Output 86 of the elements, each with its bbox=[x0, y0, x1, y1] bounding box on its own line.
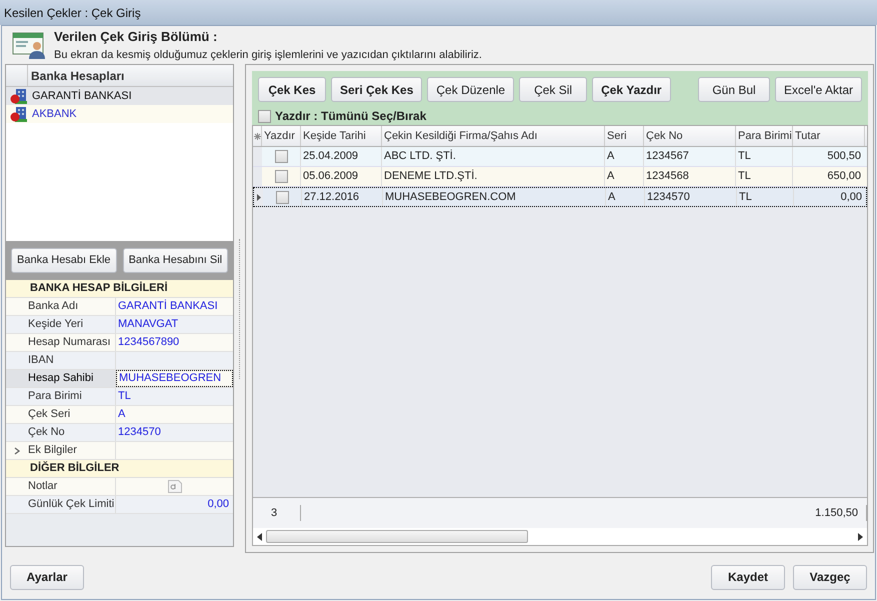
table-cell-text: 0,00 bbox=[840, 190, 863, 205]
section-description: Bu ekran da kesmiş olduğumuz çeklerin giriş işlemlerini ve yazıcıdan çıktılarını alabiliriz. bbox=[54, 48, 482, 62]
property-label: Banka Adı bbox=[6, 298, 116, 315]
horizontal-scrollbar[interactable] bbox=[253, 528, 867, 545]
select-all-checkbox[interactable] bbox=[258, 110, 271, 122]
table-cell: TL bbox=[737, 188, 794, 206]
scroll-left-icon[interactable] bbox=[257, 532, 262, 540]
property-label: Çek Seri bbox=[6, 406, 116, 423]
column-header[interactable]: Tutar bbox=[793, 126, 865, 146]
property-label: Hesap Sahibi bbox=[6, 370, 116, 387]
dialog-button[interactable]: Vazgeç bbox=[793, 564, 867, 590]
property-label: IBAN bbox=[6, 352, 116, 369]
column-header[interactable]: Keşide Tarihi bbox=[301, 126, 382, 146]
property-category: DİĞER BİLGİLER bbox=[6, 460, 233, 478]
table-cell: A bbox=[606, 188, 645, 206]
select-all-label: Yazdır : Tümünü Seç/Bırak bbox=[275, 108, 426, 125]
table-cell: 27.12.2016 bbox=[302, 188, 383, 206]
table-cell: A bbox=[605, 147, 644, 166]
table-cell: 1234568 bbox=[644, 167, 736, 186]
account-button[interactable]: Banka Hesabını Sil bbox=[122, 248, 228, 273]
toolbar-button[interactable]: Seri Çek Kes bbox=[331, 77, 422, 102]
row-indicator[interactable] bbox=[254, 188, 263, 206]
bank-building-icon bbox=[10, 106, 28, 122]
property-value[interactable]: 1234570 bbox=[118, 424, 161, 441]
toolbar-button[interactable]: Çek Yazdır bbox=[592, 77, 671, 102]
table-cell: A bbox=[605, 167, 644, 186]
memo-icon[interactable] bbox=[168, 480, 182, 493]
table-row[interactable]: 27.12.2016 MUHASEBEOGREN.COM A 1234570 TL 0,00 bbox=[253, 187, 867, 207]
section-title: Verilen Çek Giriş Bölümü : bbox=[54, 28, 218, 46]
table-cell: ABC LTD. ŞTİ. bbox=[382, 147, 605, 166]
row-count: 3 bbox=[253, 504, 301, 522]
total-amount: 1.150,50 bbox=[815, 504, 867, 522]
column-header[interactable]: Çekin Kesildiği Firma/Şahıs Adı bbox=[382, 126, 605, 146]
print-checkbox[interactable] bbox=[276, 190, 288, 204]
property-value[interactable]: GARANTİ BANKASI bbox=[118, 298, 218, 315]
bank-account-item[interactable]: GARANTİ BANKASI bbox=[6, 87, 233, 105]
property-label: Günlük Çek Limiti bbox=[6, 496, 116, 513]
property-value[interactable]: A bbox=[118, 406, 126, 423]
property-value[interactable]: 1234567890 bbox=[118, 334, 180, 351]
column-header[interactable]: Çek No bbox=[644, 126, 736, 146]
settings-button[interactable]: Ayarlar bbox=[10, 564, 84, 590]
property-label: Keşide Yeri bbox=[6, 316, 116, 333]
toolbar-button[interactable]: Excel'e Aktar bbox=[775, 77, 862, 102]
table-cell: 1234570 bbox=[645, 188, 737, 206]
toolbar-button[interactable]: Gün Bul bbox=[698, 77, 770, 102]
table-cell: 25.04.2009 bbox=[301, 147, 382, 166]
table-cell: 1234567 bbox=[644, 147, 736, 166]
toolbar-button[interactable]: Çek Düzenle bbox=[427, 77, 514, 102]
table-cell: 05.06.2009 bbox=[301, 167, 382, 186]
property-category: BANKA HESAP BİLGİLERİ bbox=[6, 280, 233, 298]
account-button[interactable]: Banka Hesabı Ekle bbox=[11, 248, 117, 273]
check-document-person-icon bbox=[12, 30, 46, 60]
current-row-icon bbox=[256, 194, 260, 200]
property-label: Para Birimi bbox=[6, 388, 116, 405]
property-label: Çek No bbox=[6, 424, 116, 441]
dialog-button[interactable]: Kaydet bbox=[711, 564, 785, 590]
bank-account-item[interactable]: AKBANK bbox=[6, 105, 233, 123]
expand-chevron-icon[interactable] bbox=[14, 446, 20, 454]
table-row[interactable]: 25.04.2009 ABC LTD. ŞTİ. A 1234567 TL 500,50 bbox=[253, 147, 867, 167]
column-header[interactable]: Yazdır bbox=[262, 126, 301, 146]
toolbar-button[interactable]: Çek Kes bbox=[258, 77, 326, 102]
bank-account-name: GARANTİ BANKASI bbox=[32, 88, 132, 104]
table-cell: MUHASEBEOGREN.COM bbox=[383, 188, 606, 206]
scroll-right-icon[interactable] bbox=[858, 532, 863, 540]
table-cell-text: 650,00 bbox=[826, 169, 862, 184]
new-row-icon bbox=[253, 126, 262, 146]
table-cell-text: 500,50 bbox=[826, 149, 862, 164]
property-value[interactable]: TL bbox=[118, 388, 131, 405]
table-cell: DENEME LTD.ŞTİ. bbox=[382, 167, 605, 186]
property-value[interactable]: MANAVGAT bbox=[118, 316, 178, 333]
toolbar-button[interactable]: Çek Sil bbox=[519, 77, 588, 102]
bank-account-name: AKBANK bbox=[32, 106, 77, 122]
column-header[interactable]: Para Birimi bbox=[736, 126, 793, 146]
property-value[interactable]: 0,00 bbox=[208, 496, 229, 513]
property-label: Ek Bilgiler bbox=[6, 442, 116, 459]
print-checkbox[interactable] bbox=[274, 150, 288, 163]
table-cell: TL bbox=[736, 167, 793, 186]
table-cell: TL bbox=[736, 147, 793, 166]
column-header: Banka Hesapları bbox=[30, 68, 124, 84]
print-checkbox[interactable] bbox=[274, 170, 288, 183]
property-label: Notlar bbox=[6, 478, 116, 495]
property-label: Hesap Numarası bbox=[6, 334, 116, 351]
bank-building-icon bbox=[10, 88, 28, 104]
column-header[interactable]: Seri bbox=[605, 126, 644, 146]
window-title: Kesilen Çekler : Çek Giriş bbox=[0, 0, 877, 25]
table-row[interactable]: 05.06.2009 DENEME LTD.ŞTİ. A 1234568 TL 650,00 bbox=[253, 167, 867, 187]
